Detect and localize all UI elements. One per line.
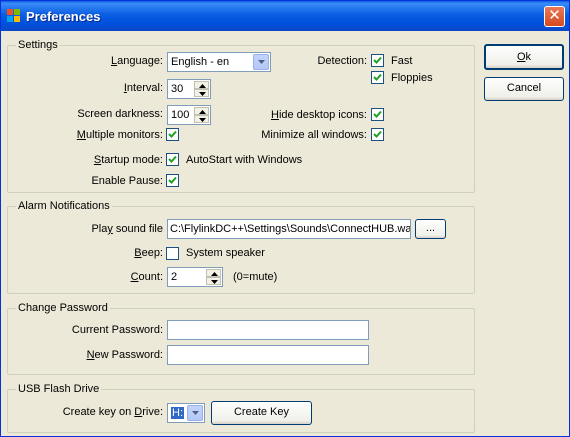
multiple-monitors-checkbox[interactable] [166,128,179,141]
check-icon [373,110,382,118]
cancel-label: Cancel [506,82,542,94]
hide-desktop-icons-checkbox[interactable] [371,108,384,121]
title-bar[interactable]: Preferences ✕ [1,1,569,31]
hide-desktop-icons-label: Hide desktop icons: [270,109,367,121]
spin-down-icon[interactable] [194,89,209,97]
current-password-label: Current Password: [71,324,163,336]
enable-pause-label: Enable Pause: [91,175,163,187]
spin-up-icon[interactable] [194,107,209,115]
usb-legend: USB Flash Drive [18,383,100,395]
close-button[interactable]: ✕ [544,6,565,27]
check-icon [168,130,177,138]
check-icon [373,130,382,138]
play-sound-label: Play sound file [91,223,163,235]
sound-file-input[interactable]: C:\FlylinkDC++\Settings\Sounds\ConnectHU… [167,219,411,239]
app-icon [7,9,20,22]
detection-fast-checkbox[interactable] [371,54,384,67]
screen-darkness-label: Screen darkness: [77,108,163,120]
spin-up-icon[interactable] [206,269,221,277]
minimize-all-windows-label: Minimize all windows: [261,129,367,141]
new-password-field[interactable] [167,345,369,365]
detection-label: Detection: [317,55,367,67]
check-icon [168,155,177,163]
browse-label: ... [425,222,436,234]
detection-fast-label[interactable]: Fast [391,55,412,68]
chevron-down-icon[interactable] [253,54,269,70]
beep-checkbox[interactable] [166,247,179,260]
preferences-window: Preferences ✕ Settings Language: English… [0,0,570,437]
startup-mode-checkbox[interactable] [166,153,179,166]
spin-up-icon[interactable] [194,81,209,89]
password-legend: Change Password [18,302,108,314]
minimize-all-windows-checkbox[interactable] [371,128,384,141]
create-key-label: Create Key [233,406,290,418]
settings-legend: Settings [18,39,58,51]
count-hint: (0=mute) [233,271,278,283]
spin-down-icon[interactable] [206,277,221,285]
ok-label: Ok [516,51,532,63]
drive-select[interactable]: H: [167,403,205,423]
count-value: 2 [171,271,178,283]
sound-file-value: C:\FlylinkDC++\Settings\Sounds\ConnectHU… [170,223,411,235]
cancel-button[interactable]: Cancel [484,77,564,101]
enable-pause-checkbox[interactable] [166,174,179,187]
alarm-legend: Alarm Notifications [18,200,110,212]
startup-mode-option[interactable]: AutoStart with Windows [186,154,302,167]
interval-value: 30 [171,83,184,95]
screen-darkness-value: 100 [171,109,190,121]
beep-option[interactable]: System speaker [186,247,265,260]
startup-mode-label: Startup mode: [93,154,163,166]
drive-value: H: [171,407,184,419]
beep-label: Beep: [134,247,163,259]
multiple-monitors-label: Multiple monitors: [76,129,163,141]
check-icon [373,56,382,64]
spin-down-icon[interactable] [194,115,209,123]
new-password-label: New Password: [86,349,163,361]
drive-label: Create key on Drive: [62,406,163,418]
close-icon: ✕ [548,7,561,24]
check-icon [168,176,177,184]
current-password-field[interactable] [167,320,369,340]
ok-button[interactable]: Ok [484,44,564,70]
interval-label: Interval: [123,82,163,94]
create-key-button[interactable]: Create Key [211,401,312,425]
chevron-down-icon[interactable] [187,405,203,421]
browse-button[interactable]: ... [415,219,446,239]
count-spinner[interactable]: 2 [167,267,223,287]
count-label: Count: [130,271,163,283]
detection-floppies-checkbox[interactable] [371,71,384,84]
language-value: English - en [171,56,230,68]
screen-darkness-spinner[interactable]: 100 [167,105,211,125]
detection-floppies-label[interactable]: Floppies [391,72,433,85]
check-icon [373,73,382,81]
window-title: Preferences [26,9,101,24]
language-label: Language: [110,55,163,67]
interval-spinner[interactable]: 30 [167,79,211,99]
language-select[interactable]: English - en [167,52,271,72]
